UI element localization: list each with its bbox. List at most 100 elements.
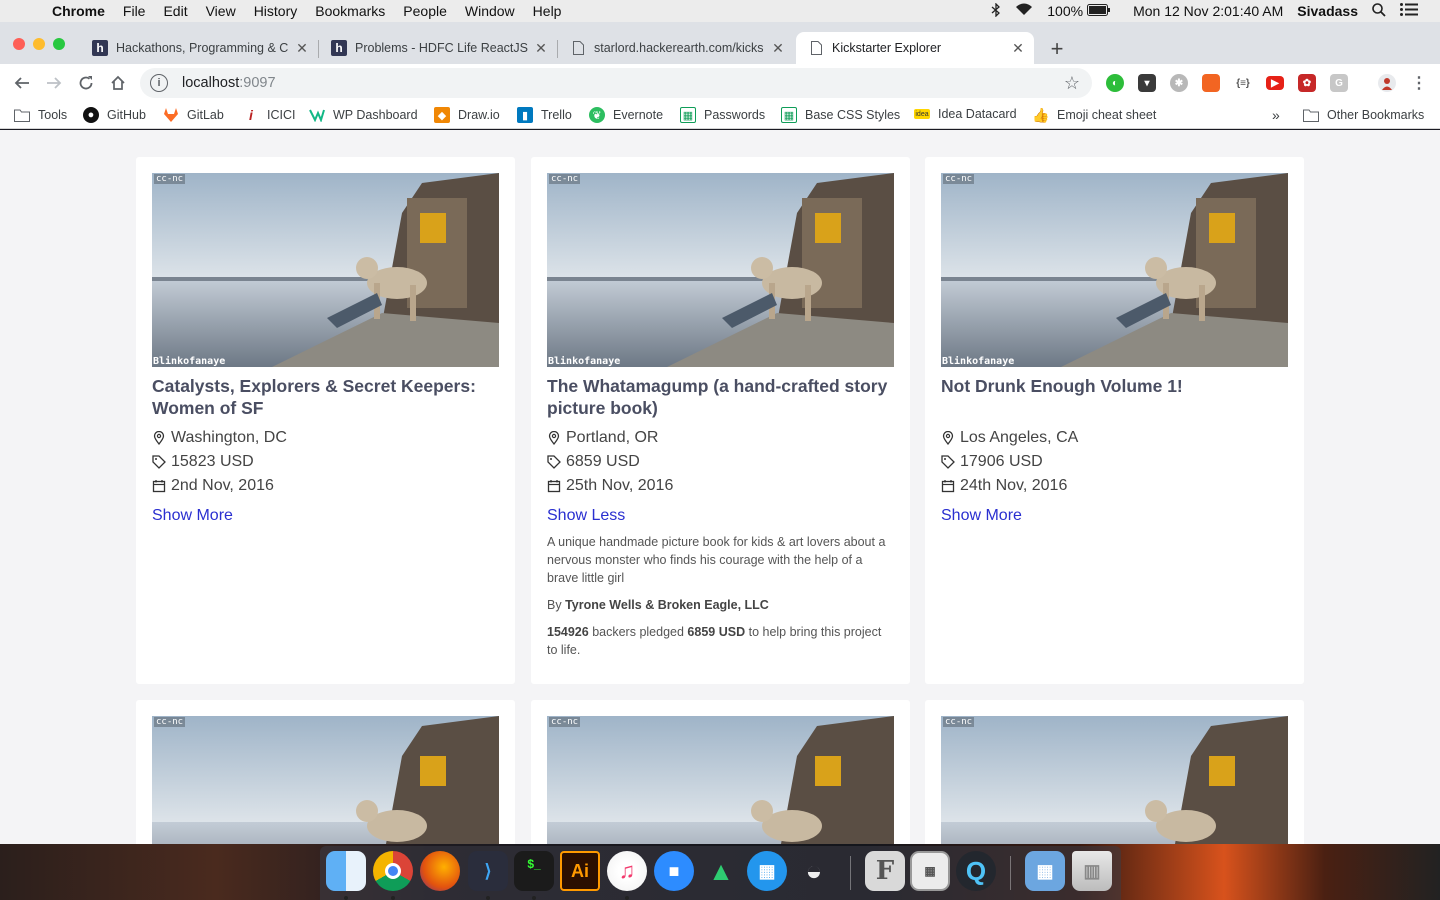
vscode-icon[interactable]: ⟩: [468, 851, 508, 891]
terminal-icon[interactable]: $_: [514, 851, 554, 891]
pocket-icon[interactable]: ▾: [1138, 74, 1156, 92]
extension-green-icon[interactable]: ◐: [1106, 74, 1124, 92]
bookmark-emoji-cheat-sheet[interactable]: 👍 Emoji cheat sheet: [1032, 107, 1156, 123]
illustrator-icon[interactable]: Ai: [560, 851, 600, 891]
tab-close-icon[interactable]: ✕: [531, 40, 551, 57]
page-viewport: cc-nc Blinkofanaye Catalysts, Explorers …: [0, 130, 1440, 844]
sequel-pro-icon[interactable]: ◒: [794, 851, 834, 891]
tab-close-icon[interactable]: ✕: [292, 40, 312, 57]
trash-icon[interactable]: ▥: [1072, 851, 1112, 891]
youtube-icon[interactable]: ▶: [1266, 76, 1284, 90]
menubar-user[interactable]: Sivadass: [1297, 3, 1358, 19]
wifi-icon[interactable]: [1015, 3, 1033, 19]
bookmark-github[interactable]: ● GitHub: [83, 107, 146, 123]
menu-window[interactable]: Window: [465, 3, 515, 19]
bluetooth-icon[interactable]: [991, 1, 1001, 20]
project-card: cc-nc: [925, 700, 1304, 844]
docker-icon[interactable]: ▦: [747, 851, 787, 891]
running-indicator: [344, 896, 348, 900]
tab-title: Hackathons, Programming & C: [116, 41, 289, 55]
show-less-link[interactable]: Show Less: [547, 507, 625, 525]
menu-view[interactable]: View: [206, 3, 236, 19]
calendar-icon: [152, 480, 166, 493]
bookmark-drawio[interactable]: ◆ Draw.io: [434, 107, 500, 123]
menu-file[interactable]: File: [123, 3, 146, 19]
tab-kickstarter-explorer[interactable]: Kickstarter Explorer ✕: [796, 32, 1034, 64]
reload-icon[interactable]: [75, 72, 97, 94]
chrome-menu-icon[interactable]: ⋮: [1410, 74, 1428, 92]
bookmark-other-bookmarks[interactable]: Other Bookmarks: [1303, 107, 1424, 123]
tab-problems[interactable]: h Problems - HDFC Life ReactJS ✕: [319, 32, 557, 64]
show-more-link[interactable]: Show More: [152, 507, 233, 525]
license-label: cc-nc: [549, 717, 581, 727]
bookmark-trello[interactable]: ▮ Trello: [517, 107, 572, 123]
bookmark-wp-dashboard[interactable]: WP Dashboard: [309, 107, 418, 123]
sheets-icon: ▦: [781, 107, 797, 123]
calculator-icon[interactable]: ▦: [910, 851, 950, 891]
chrome-app-icon[interactable]: [373, 851, 413, 891]
profile-avatar-icon[interactable]: [1378, 74, 1396, 92]
window-zoom-button[interactable]: [53, 38, 65, 50]
bookmarks-bar: Tools ● GitHub GitLab i ICICI WP Dashboa…: [0, 102, 1440, 129]
extension-gear-icon[interactable]: ✱: [1170, 74, 1188, 92]
rocket-app-icon[interactable]: ▲: [701, 851, 741, 891]
quicktime-icon[interactable]: Q: [956, 851, 996, 891]
forward-arrow-icon[interactable]: [43, 72, 65, 94]
menu-edit[interactable]: Edit: [163, 3, 187, 19]
backers-text: backers pledged: [592, 625, 684, 639]
extension-g-icon[interactable]: G: [1330, 74, 1348, 92]
bookmark-label: GitHub: [107, 108, 146, 122]
bookmark-label: GitLab: [187, 108, 224, 122]
tab-close-icon[interactable]: ✕: [1008, 40, 1028, 57]
tab-starlord[interactable]: starlord.hackerearth.com/kicks ✕: [558, 32, 794, 64]
bookmark-label: Evernote: [613, 108, 664, 122]
finder-icon[interactable]: [326, 851, 366, 891]
address-bar[interactable]: i localhost:9097 ☆: [140, 68, 1092, 98]
show-more-link[interactable]: Show More: [941, 507, 1022, 525]
bookmark-passwords[interactable]: ▦ Passwords: [680, 107, 765, 123]
menu-bookmarks[interactable]: Bookmarks: [315, 3, 385, 19]
running-indicator: [391, 896, 395, 900]
bookmark-evernote[interactable]: ❦ Evernote: [589, 107, 663, 123]
tab-close-icon[interactable]: ✕: [768, 40, 788, 57]
extension-red-icon[interactable]: ✿: [1298, 74, 1316, 92]
menu-help[interactable]: Help: [533, 3, 562, 19]
location-pin-icon: [548, 431, 560, 445]
zoom-icon[interactable]: ■: [654, 851, 694, 891]
tab-title: Problems - HDFC Life ReactJS: [355, 41, 528, 55]
json-viewer-icon[interactable]: {≡}: [1234, 74, 1252, 92]
extension-orange-icon[interactable]: [1202, 74, 1220, 92]
github-icon: ●: [83, 107, 99, 123]
menubar-clock[interactable]: Mon 12 Nov 2:01:40 AM: [1133, 3, 1283, 19]
menu-history[interactable]: History: [254, 3, 298, 19]
home-icon[interactable]: [107, 72, 129, 94]
bookmark-gitlab[interactable]: GitLab: [163, 107, 224, 123]
notification-center-icon[interactable]: [1400, 3, 1418, 19]
bookmark-idea-datacard[interactable]: idea Idea Datacard: [914, 107, 1017, 121]
icici-icon: i: [249, 107, 253, 123]
firefox-icon[interactable]: [420, 851, 460, 891]
bookmarks-overflow-chevron-icon[interactable]: »: [1272, 107, 1280, 123]
applications-folder-icon[interactable]: ▦: [1025, 851, 1065, 891]
window-close-button[interactable]: [13, 38, 25, 50]
bookmark-icici[interactable]: i ICICI: [243, 107, 295, 123]
bookmark-tools[interactable]: Tools: [14, 107, 67, 123]
back-arrow-icon[interactable]: [11, 72, 33, 94]
hackerearth-icon: h: [331, 40, 347, 56]
font-book-icon[interactable]: F: [865, 851, 905, 891]
menu-people[interactable]: People: [403, 3, 447, 19]
tab-hackathons[interactable]: h Hackathons, Programming & C ✕: [80, 32, 318, 64]
spotlight-search-icon[interactable]: [1372, 2, 1386, 20]
menu-app-name[interactable]: Chrome: [52, 3, 105, 19]
bookmark-base-css-styles[interactable]: ▦ Base CSS Styles: [781, 107, 900, 123]
project-card: cc-nc Blinkofanaye Catalysts, Explorers …: [136, 157, 515, 684]
license-label: cc-nc: [154, 174, 186, 184]
bookmark-label: Tools: [38, 108, 68, 122]
bookmark-star-icon[interactable]: ☆: [1064, 73, 1080, 94]
site-info-icon[interactable]: i: [150, 74, 168, 92]
itunes-icon[interactable]: ♫: [607, 851, 647, 891]
project-card: cc-nc Blinkofanaye The Whatamagump (a ha…: [531, 157, 910, 684]
new-tab-plus-icon[interactable]: +: [1046, 36, 1068, 62]
window-minimize-button[interactable]: [33, 38, 45, 50]
battery-icon[interactable]: [1087, 3, 1111, 19]
